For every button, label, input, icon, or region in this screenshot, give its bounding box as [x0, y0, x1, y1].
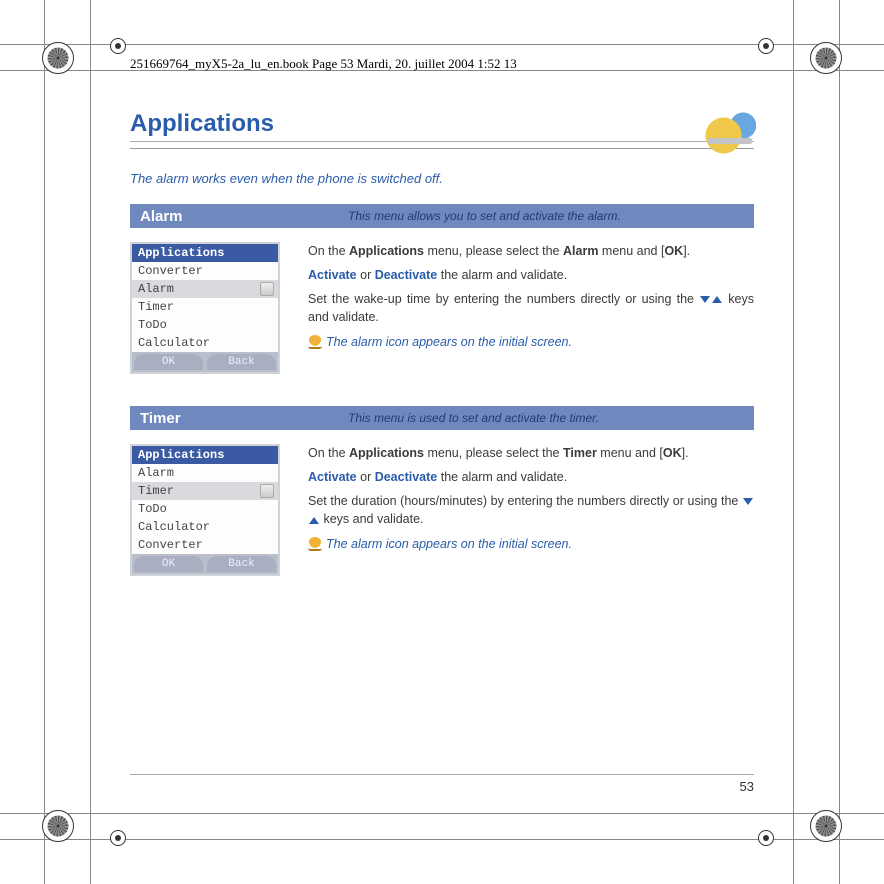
section-desc: This menu is used to set and activate th… — [348, 411, 599, 425]
arrow-up-icon — [309, 517, 319, 524]
list-item: ToDo — [132, 316, 278, 334]
registration-mark-icon — [42, 42, 74, 74]
list-item-selected: Timer — [132, 482, 278, 500]
bell-icon — [308, 537, 322, 551]
registration-mark-icon — [42, 810, 74, 842]
list-item: ToDo — [132, 500, 278, 518]
list-item: Timer — [132, 298, 278, 316]
list-item: Converter — [132, 262, 278, 280]
crop-dot-icon — [110, 830, 126, 846]
list-item: Calculator — [132, 334, 278, 352]
softkey-back: Back — [207, 556, 276, 572]
phone-title: Applications — [132, 244, 278, 262]
bell-icon — [308, 335, 322, 349]
arrow-down-icon — [700, 296, 710, 303]
list-item: Converter — [132, 536, 278, 554]
list-item-selected: Alarm — [132, 280, 278, 298]
arrow-up-icon — [712, 296, 722, 303]
crop-dot-icon — [110, 38, 126, 54]
list-item: Calculator — [132, 518, 278, 536]
registration-mark-icon — [810, 42, 842, 74]
phone-screenshot-timer: Applications Alarm Timer ToDo Calculator… — [130, 444, 280, 576]
crop-dot-icon — [758, 830, 774, 846]
section-title: Alarm — [140, 208, 280, 225]
section-bar-timer: Timer This menu is used to set and activ… — [130, 406, 754, 430]
page-title: Applications — [130, 110, 274, 138]
phone-screenshot-alarm: Applications Converter Alarm Timer ToDo … — [130, 242, 280, 374]
section-body-text: On the Applications menu, please select … — [308, 444, 754, 576]
page-footer: 53 — [130, 774, 754, 794]
applications-icon — [704, 108, 760, 158]
softkey-ok: OK — [134, 556, 203, 572]
intro-text: The alarm works even when the phone is s… — [130, 171, 754, 186]
section-bar-alarm: Alarm This menu allows you to set and ac… — [130, 204, 754, 228]
softkey-ok: OK — [134, 354, 203, 370]
list-item: Alarm — [132, 464, 278, 482]
registration-mark-icon — [810, 810, 842, 842]
arrow-down-icon — [743, 498, 753, 505]
page-number: 53 — [740, 779, 754, 794]
softkey-back: Back — [207, 354, 276, 370]
section-title: Timer — [140, 410, 280, 427]
book-stamp: 251669764_myX5-2a_lu_en.book Page 53 Mar… — [130, 56, 517, 72]
section-desc: This menu allows you to set and activate… — [348, 209, 621, 223]
phone-title: Applications — [132, 446, 278, 464]
crop-dot-icon — [758, 38, 774, 54]
section-body-text: On the Applications menu, please select … — [308, 242, 754, 374]
